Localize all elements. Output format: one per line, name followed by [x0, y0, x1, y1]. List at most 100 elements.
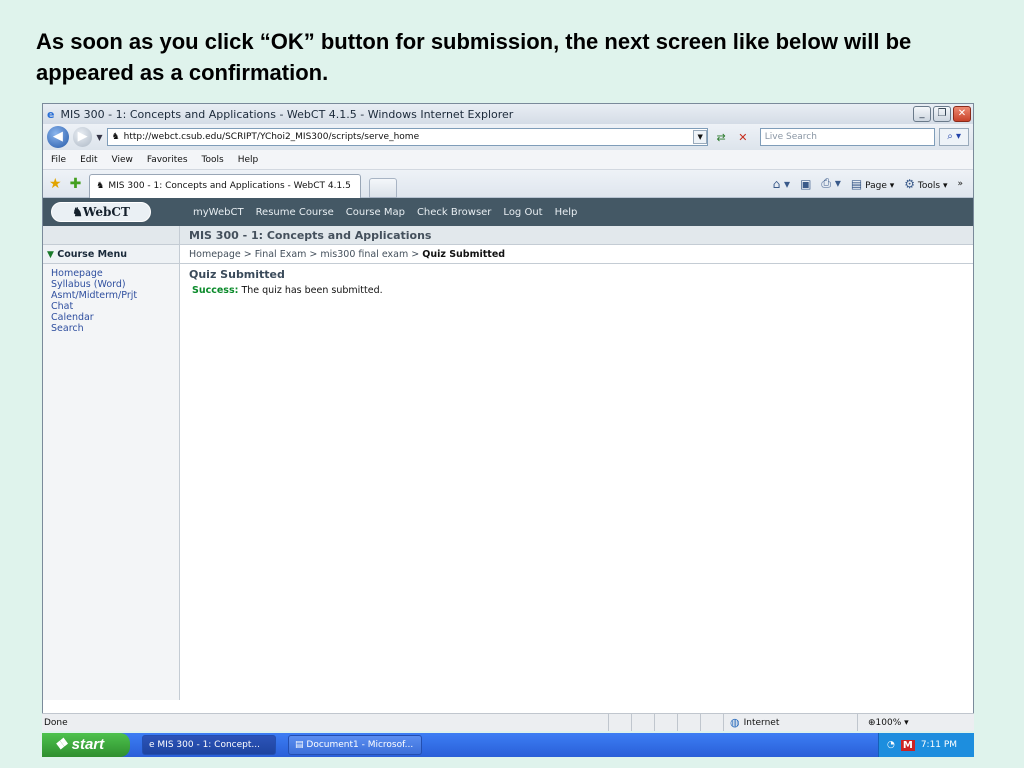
menu-item-search[interactable]: Search	[51, 323, 179, 334]
course-title: MIS 300 - 1: Concepts and Applications	[189, 229, 432, 242]
breadcrumb-current: Quiz Submitted	[422, 249, 506, 260]
zoom-icon: ⊕	[868, 718, 876, 728]
close-button[interactable]: ✕	[953, 106, 971, 122]
triangle-down-icon: ▼	[47, 250, 54, 260]
menu-item-calendar[interactable]: Calendar	[51, 312, 179, 323]
start-button[interactable]: ❖ start	[42, 733, 130, 757]
history-dropdown-icon[interactable]: ▼	[96, 133, 102, 142]
home-icon[interactable]: ⌂ ▾	[773, 177, 790, 191]
menu-item-syllabus[interactable]: Syllabus (Word)	[51, 279, 179, 290]
success-message: Success: The quiz has been submitted.	[189, 285, 383, 296]
back-button[interactable]: ◀	[47, 126, 69, 148]
slide-caption: As soon as you click “OK” button for sub…	[36, 29, 912, 85]
tab-label: MIS 300 - 1: Concepts and Applications -…	[108, 181, 351, 191]
menu-edit[interactable]: Edit	[80, 155, 97, 165]
menu-item-homepage[interactable]: Homepage	[51, 268, 179, 279]
ie-icon: e	[47, 107, 55, 121]
menu-item-assessments[interactable]: Asmt/Midterm/Prjt	[51, 290, 179, 301]
status-segment	[700, 714, 723, 731]
chevron-more-icon[interactable]: »	[957, 179, 963, 189]
status-segment	[654, 714, 677, 731]
menu-tools[interactable]: Tools	[202, 155, 224, 165]
task-label-word: Document1 - Microsof...	[306, 740, 414, 750]
tools-menu-label: Tools	[917, 180, 941, 191]
success-text: The quiz has been submitted.	[238, 285, 383, 296]
globe-icon: ◍	[730, 715, 740, 729]
nav-mywebct[interactable]: myWebCT	[193, 207, 244, 218]
breadcrumb: Homepage > Final Exam > mis300 final exa…	[180, 245, 505, 263]
webct-logo[interactable]: ♞WebCT	[51, 202, 151, 222]
taskbar: ❖ start e MIS 300 - 1: Concept... ▤ Docu…	[42, 733, 974, 757]
favorites-star-icon[interactable]: ★	[49, 176, 62, 192]
restore-button[interactable]: ❐	[933, 106, 951, 122]
page-title: Quiz Submitted	[189, 268, 285, 281]
refresh-icon[interactable]: ⇄	[712, 131, 730, 144]
feeds-icon[interactable]: ▣	[800, 177, 811, 191]
url-field[interactable]: ♞ http://webct.csub.edu/SCRIPT/YChoi2_MI…	[106, 128, 709, 146]
gear-icon: ⚙	[904, 176, 916, 191]
minimize-button[interactable]: _	[913, 106, 931, 122]
nav-check-browser[interactable]: Check Browser	[417, 207, 491, 218]
nav-log-out[interactable]: Log Out	[503, 207, 542, 218]
menu-view[interactable]: View	[112, 155, 133, 165]
menu-bar: File Edit View Favorites Tools Help	[43, 150, 973, 170]
status-bar: Done ◍ Internet ⊕100% ▾	[42, 713, 974, 731]
add-favorite-icon[interactable]: ✚	[70, 176, 82, 192]
taskbar-word-window[interactable]: ▤ Document1 - Microsof...	[288, 735, 422, 755]
url-text: http://webct.csub.edu/SCRIPT/YChoi2_MIS3…	[123, 132, 420, 142]
page-menu-button[interactable]: ▤ Page ▾	[851, 177, 894, 191]
forward-button[interactable]: ▶	[72, 127, 93, 147]
taskbar-ie-window[interactable]: e MIS 300 - 1: Concept...	[142, 735, 276, 755]
print-icon[interactable]: ⎙ ▾	[821, 176, 840, 191]
search-input[interactable]: Live Search	[759, 128, 936, 146]
nav-help[interactable]: Help	[555, 207, 578, 218]
page-content: ♞WebCT myWebCT Resume Course Course Map …	[43, 198, 973, 700]
tools-menu-button[interactable]: ⚙ Tools ▾	[904, 177, 947, 191]
page-icon: ▤	[850, 176, 863, 191]
webct-site-icon: ♞	[111, 132, 120, 142]
course-title-spacer	[43, 226, 180, 244]
url-dropdown-icon[interactable]: ▼	[693, 130, 708, 144]
zone-label: Internet	[743, 717, 780, 728]
breadcrumb-path[interactable]: Homepage > Final Exam > mis300 final exa…	[189, 249, 422, 260]
browser-window: e MIS 300 - 1: Concepts and Applications…	[42, 103, 974, 730]
menu-file[interactable]: File	[51, 155, 66, 165]
menu-help[interactable]: Help	[238, 155, 259, 165]
course-menu-heading[interactable]: ▼ Course Menu	[43, 245, 180, 263]
nav-course-map[interactable]: Course Map	[346, 207, 405, 218]
zoom-control[interactable]: ⊕100% ▾	[857, 714, 948, 731]
page-menu-label: Page	[865, 180, 887, 191]
menu-favorites[interactable]: Favorites	[147, 155, 188, 165]
status-segment	[608, 714, 631, 731]
network-icon[interactable]: ◔	[887, 740, 895, 750]
course-body: Homepage Syllabus (Word) Asmt/Midterm/Pr…	[43, 264, 973, 700]
system-tray: ◔ M 7:11 PM	[878, 733, 974, 757]
windows-logo-icon: ❖	[54, 736, 68, 753]
webct-logo-icon: ♞	[72, 205, 83, 219]
course-menu-label: Course Menu	[57, 249, 128, 260]
menu-item-chat[interactable]: Chat	[51, 301, 179, 312]
active-tab[interactable]: ♞ MIS 300 - 1: Concepts and Applications…	[89, 173, 362, 198]
window-title: MIS 300 - 1: Concepts and Applications -…	[60, 107, 514, 121]
nav-resume-course[interactable]: Resume Course	[256, 207, 334, 218]
address-bar: ◀ ▶ ▼ ♞ http://webct.csub.edu/SCRIPT/YCh…	[43, 124, 973, 150]
search-button[interactable]: ⌕ ▾	[939, 128, 969, 146]
ie-task-icon: e	[149, 740, 155, 750]
stop-icon[interactable]: ✕	[734, 131, 752, 144]
title-bar: e MIS 300 - 1: Concepts and Applications…	[43, 104, 973, 124]
mcafee-icon[interactable]: M	[900, 739, 915, 751]
main-content: Quiz Submitted Success: The quiz has bee…	[180, 264, 383, 700]
status-segment	[631, 714, 654, 731]
zoom-level: 100%	[875, 718, 902, 728]
breadcrumb-row: ▼ Course Menu Homepage > Final Exam > mi…	[43, 245, 973, 264]
webct-tab-icon: ♞	[96, 181, 105, 191]
security-zone[interactable]: ◍ Internet	[723, 714, 857, 731]
course-title-row: MIS 300 - 1: Concepts and Applications	[43, 226, 973, 245]
course-menu: Homepage Syllabus (Word) Asmt/Midterm/Pr…	[43, 264, 180, 700]
clock: 7:11 PM	[920, 740, 958, 750]
webct-logo-text: WebCT	[82, 205, 130, 219]
word-task-icon: ▤	[295, 740, 304, 750]
new-tab-button[interactable]	[369, 177, 398, 198]
start-label: start	[71, 736, 105, 753]
success-label: Success:	[192, 285, 239, 296]
